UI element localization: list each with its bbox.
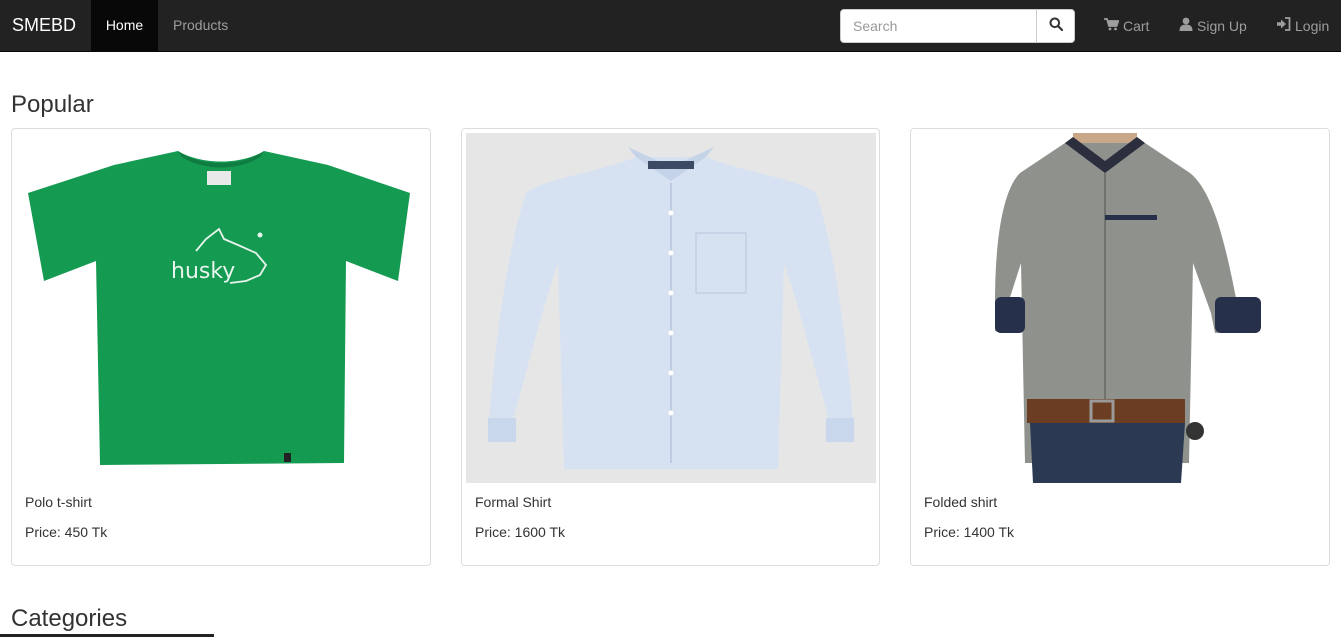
product-price: Price: 1600 Tk [475, 524, 566, 540]
cart-label: Cart [1123, 17, 1150, 34]
product-price: Price: 450 Tk [25, 524, 108, 540]
product-name[interactable]: Polo t-shirt [25, 494, 92, 510]
search-form [840, 9, 1075, 43]
login-link[interactable]: Login [1276, 0, 1329, 51]
search-button[interactable] [1036, 10, 1074, 42]
product-name[interactable]: Formal Shirt [475, 494, 551, 510]
login-label: Login [1295, 17, 1330, 34]
search-icon [1049, 17, 1063, 36]
sign-up-label: Sign Up [1197, 17, 1247, 34]
search-input[interactable] [841, 10, 1036, 42]
grey-folded-sleeve-shirt-image [915, 133, 1325, 483]
popular-heading: Popular [11, 91, 94, 118]
brand-logo[interactable]: SMEBD [0, 0, 88, 51]
nav-home[interactable]: Home [91, 0, 158, 51]
categories-heading: Categories [11, 605, 128, 632]
green-tshirt-image: husky [16, 133, 426, 483]
cart-link[interactable]: Cart [1104, 0, 1149, 51]
cart-icon [1104, 17, 1123, 34]
login-icon [1276, 17, 1295, 34]
nav-products[interactable]: Products [173, 0, 228, 51]
navbar: SMEBD Home Products Cart Sign Up Login [0, 0, 1341, 52]
product-card[interactable]: Formal Shirt Price: 1600 Tk [461, 128, 880, 566]
husky-logo-text: husky [171, 259, 235, 284]
user-icon [1179, 17, 1197, 34]
product-card[interactable]: Folded shirt Price: 1400 Tk [910, 128, 1330, 566]
sign-up-link[interactable]: Sign Up [1179, 0, 1247, 51]
light-blue-formal-shirt-image [466, 133, 876, 483]
product-card[interactable]: husky Polo t-shirt Price: 450 Tk [11, 128, 431, 566]
product-name[interactable]: Folded shirt [924, 494, 997, 510]
product-price: Price: 1400 Tk [924, 524, 1015, 540]
